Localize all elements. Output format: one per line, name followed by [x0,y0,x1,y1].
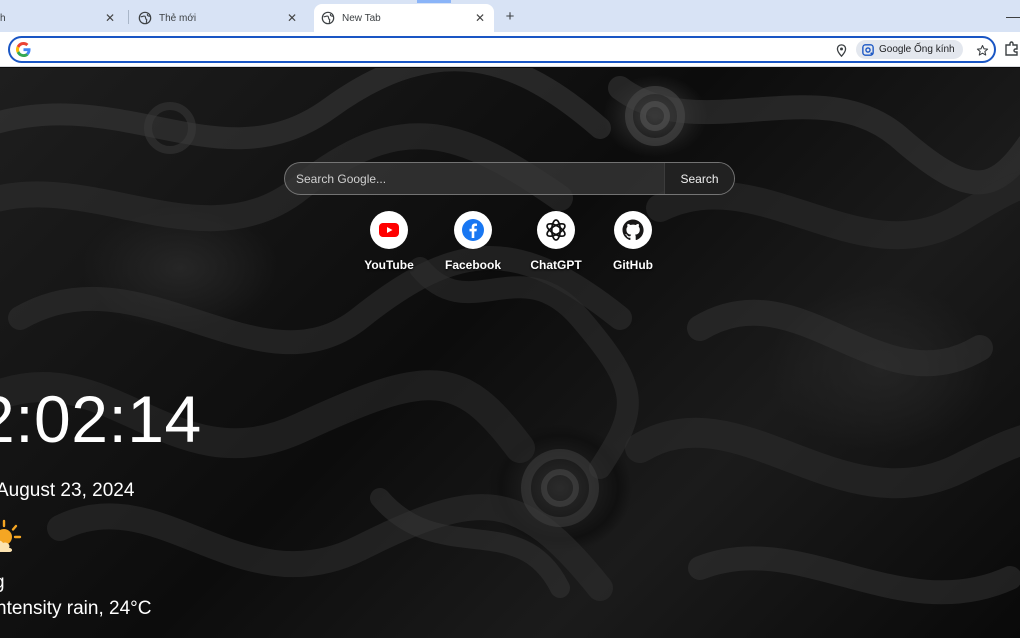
tab-strip: h ✕ Thẻ mới ✕ New Tab ✕ + — [0,0,1020,32]
shortcut-label: GitHub [613,258,653,272]
omnibox[interactable]: Google Ống kính [8,36,996,63]
clock-date: August 23, 2024 [0,480,135,501]
facebook-icon [462,219,484,241]
new-tab-page: Search YouTube Facebook [0,68,1020,638]
clock-time: 2:02:14 [0,382,202,456]
tab-2[interactable]: Thẻ mới ✕ [134,4,306,32]
shortcut-github[interactable]: GitHub [598,211,668,272]
lens-icon [862,43,874,56]
shortcut-icon-circle [614,211,652,249]
globe-icon [138,11,152,25]
address-input[interactable] [38,41,818,58]
globe-icon [321,11,335,25]
close-icon[interactable]: ✕ [284,10,300,26]
browser-toolbar: Google Ống kính [0,32,1020,67]
shortcut-youtube[interactable]: YouTube [354,211,424,272]
shortcut-label: YouTube [364,258,414,272]
tab-separator [128,10,129,24]
tab-strip-accent [417,0,451,3]
shortcut-chatgpt[interactable]: ChatGPT [521,211,591,272]
weather-location: g [0,572,5,594]
new-tab-button[interactable]: + [501,7,519,25]
youtube-icon [379,223,399,237]
search-button[interactable]: Search [664,163,734,194]
swirl-wallpaper [0,68,1020,605]
tab-title: New Tab [342,12,381,24]
shortcut-label: Facebook [444,258,501,272]
tab-1[interactable]: h ✕ [0,4,124,32]
bookmark-star-icon[interactable] [973,41,991,59]
shortcut-icon-circle [537,211,575,249]
shortcut-facebook[interactable]: Facebook [438,211,508,272]
tab-title: Thẻ mới [159,12,197,24]
shortcut-icon-circle [454,211,492,249]
google-g-icon [16,42,31,57]
google-search-bar: Search [284,162,735,195]
github-icon [622,219,644,241]
weather-description: ntensity rain, 24°C [0,598,152,619]
close-icon[interactable]: ✕ [472,10,488,26]
search-input[interactable] [296,163,656,194]
tab-3-active[interactable]: New Tab ✕ [314,4,494,32]
close-icon[interactable]: ✕ [102,10,118,26]
shortcut-icon-circle [370,211,408,249]
google-lens-button[interactable]: Google Ống kính [856,40,963,59]
tab-title: h [0,12,6,24]
extensions-puzzle-icon[interactable] [1004,40,1020,58]
lens-chip-label: Google Ống kính [879,44,955,55]
minimize-button[interactable]: — [1006,7,1020,25]
location-pin-icon[interactable] [833,41,849,59]
chatgpt-icon [546,219,566,241]
shortcut-label: ChatGPT [530,258,582,272]
sun-cloud-icon [0,519,22,552]
